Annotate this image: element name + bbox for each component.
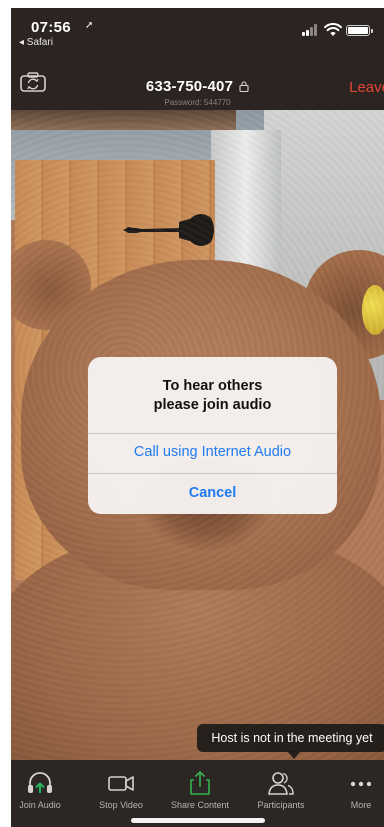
- more-button[interactable]: More: [324, 760, 384, 820]
- status-time: 07:56: [31, 19, 71, 36]
- leave-button[interactable]: Leave: [349, 79, 384, 96]
- dialog-divider: [88, 473, 337, 474]
- cancel-button[interactable]: Cancel: [88, 485, 337, 501]
- lock-icon: [239, 81, 249, 92]
- wifi-icon: [324, 23, 342, 36]
- dialog-divider: [88, 433, 337, 434]
- tooltip-arrow: [287, 751, 301, 759]
- meeting-password: Password: 544770: [164, 98, 231, 107]
- status-bar: 07:56 ➚ ◂ Safari: [11, 8, 384, 52]
- back-to-safari-link[interactable]: ◂ Safari: [19, 37, 53, 48]
- participants-icon: [268, 772, 294, 795]
- call-internet-audio-button[interactable]: Call using Internet Audio: [88, 444, 337, 460]
- participants-label: Participants: [257, 800, 305, 810]
- stop-video-button[interactable]: Stop Video: [84, 760, 158, 820]
- meeting-id: 633-750-407: [145, 78, 234, 95]
- join-audio-label: Join Audio: [19, 800, 61, 810]
- join-audio-dialog: To hear others please join audio Call us…: [88, 357, 337, 514]
- meeting-toolbar: Join Audio Stop Video Share Content Part…: [11, 760, 384, 827]
- location-icon: ➚: [85, 20, 94, 31]
- dialog-title-line1: To hear others: [162, 378, 263, 394]
- signal-icon: [302, 24, 320, 36]
- more-label: More: [350, 800, 372, 810]
- home-indicator[interactable]: [131, 818, 265, 823]
- stop-video-label: Stop Video: [99, 800, 143, 810]
- join-audio-button[interactable]: Join Audio: [11, 760, 77, 820]
- share-content-label: Share Content: [170, 800, 230, 810]
- video-camera-icon: [108, 776, 134, 791]
- status-icons: [302, 23, 373, 38]
- participants-button[interactable]: Participants: [244, 760, 318, 820]
- meeting-id-row: 633-750-407: [11, 78, 384, 95]
- meeting-header: 633-750-407 Password: 544770 Leave: [11, 52, 384, 110]
- share-upload-icon: [190, 770, 210, 795]
- battery-icon: [346, 25, 373, 36]
- dialog-title: To hear others please join audio: [88, 377, 337, 415]
- host-status-tooltip: Host is not in the meeting yet: [197, 724, 384, 752]
- headphones-icon: [28, 772, 52, 793]
- dialog-title-line2: please join audio: [153, 397, 272, 413]
- phone-screen: 07:56 ➚ ◂ Safari 633-750-407 Password: 5…: [11, 8, 384, 827]
- more-dots-icon: [350, 781, 372, 787]
- share-content-button[interactable]: Share Content: [163, 760, 237, 820]
